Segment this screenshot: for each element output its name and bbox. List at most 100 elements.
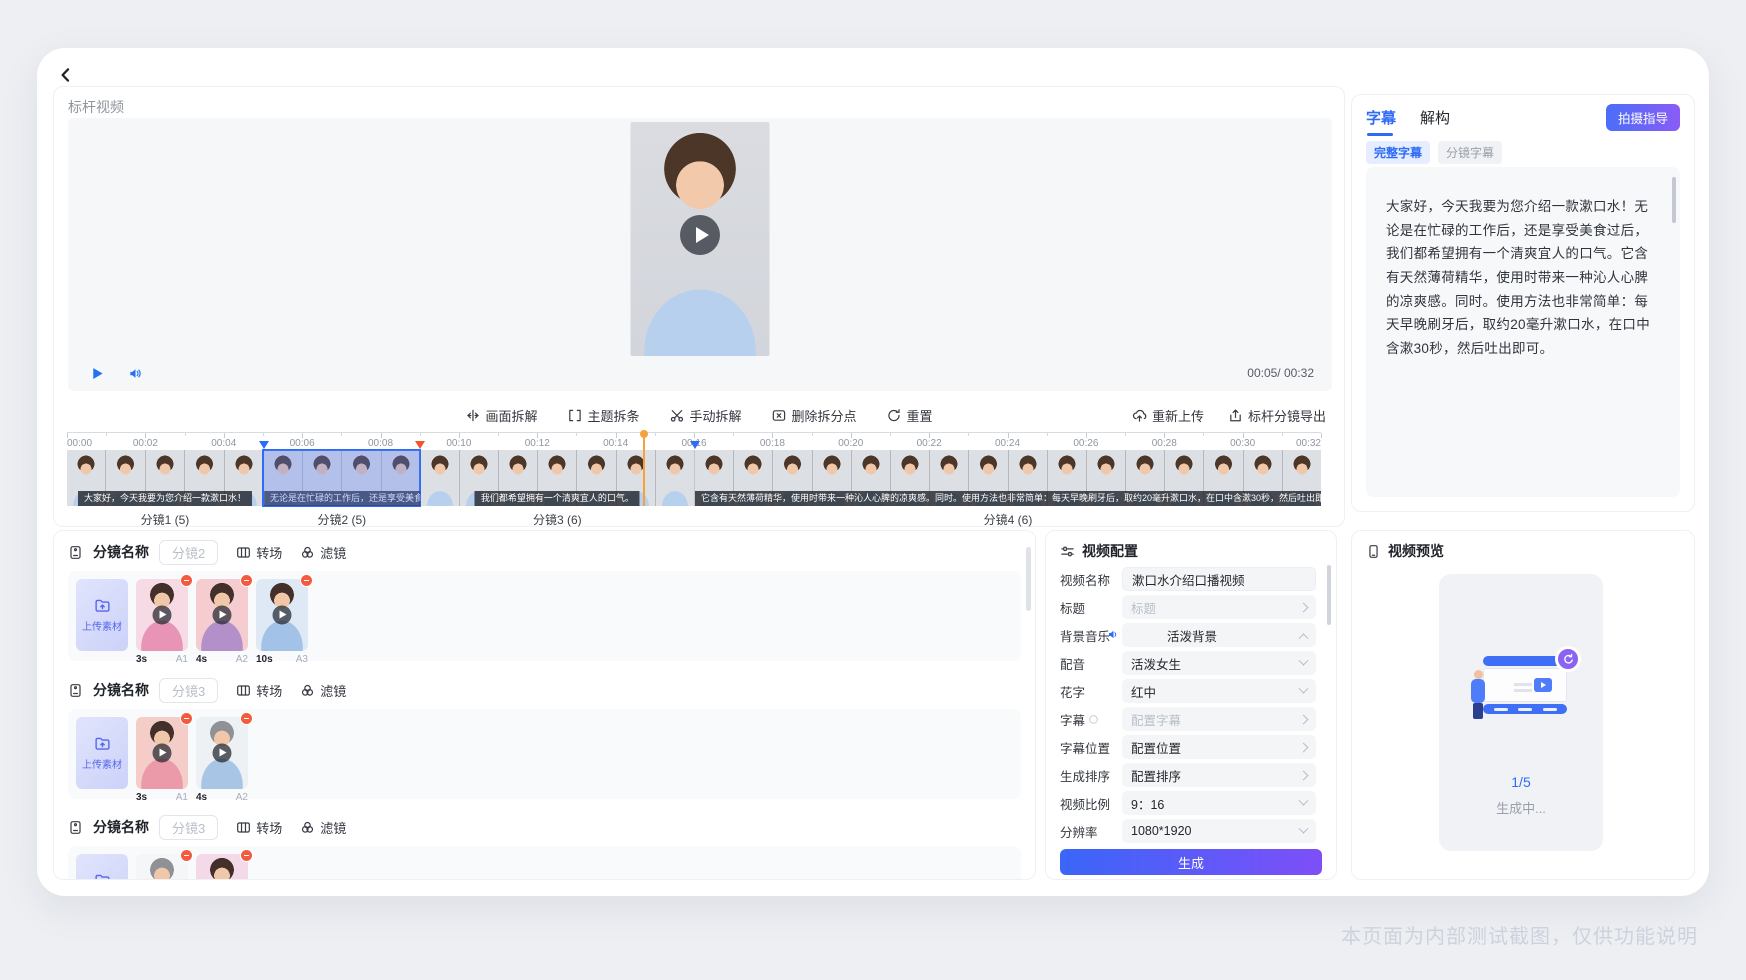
resolution-select[interactable]: 1080*1920: [1122, 819, 1316, 843]
config-row-generate-order: 生成排序 配置排序: [1060, 763, 1316, 787]
clip-thumbnail[interactable]: [136, 854, 188, 880]
clip-thumbnail[interactable]: 10sA3: [256, 579, 308, 665]
voice-select[interactable]: 活泼女生: [1122, 651, 1316, 675]
transition-icon: [236, 545, 251, 560]
config-scrollbar[interactable]: [1327, 565, 1331, 625]
config-row-voice: 配音 活泼女生: [1060, 651, 1316, 675]
timeline-segment-3[interactable]: 我们都希望拥有一个清爽宜人的口气。 分镜3 (6): [420, 450, 694, 506]
delete-splitpoint-button[interactable]: 删除拆分点: [772, 406, 857, 425]
field-label: 花字: [1060, 682, 1122, 701]
clip-thumbnail[interactable]: 4sA2: [196, 579, 248, 665]
remove-clip-button[interactable]: [300, 574, 313, 587]
config-row-bgm: 背景音乐 活泼背景: [1060, 623, 1316, 647]
timeline-frame-thumbnail[interactable]: [421, 450, 459, 506]
storyboard-name-label: 分镜名称: [93, 680, 149, 700]
upload-material-button[interactable]: 上传素材: [76, 717, 128, 789]
ruler-tick-label: 00:32: [1296, 438, 1321, 449]
preview-card: 1/5 生成中...: [1439, 574, 1603, 851]
timeline-segment-4[interactable]: 它含有天然薄荷精华，使用时带来一种沁人心脾的凉爽感。同时。使用方法也非常简单：每…: [694, 450, 1321, 506]
timeline-frame-thumbnail[interactable]: [381, 450, 420, 506]
bgm-select[interactable]: 活泼背景: [1122, 623, 1316, 647]
filter-button[interactable]: 滤镜: [300, 543, 346, 562]
timeline-frame-thumbnail[interactable]: [341, 450, 380, 506]
generating-illustration: [1469, 656, 1573, 730]
folder-upload-icon: [94, 735, 111, 752]
export-storyboard-button[interactable]: 标杆分镜导出: [1228, 406, 1326, 425]
play-icon[interactable]: [213, 744, 232, 763]
filter-button[interactable]: 滤镜: [300, 818, 346, 837]
chip-storyboard-subtitles[interactable]: 分镜字幕: [1438, 141, 1502, 164]
storyboard-name-input[interactable]: 分镜3: [159, 815, 218, 840]
transition-button[interactable]: 转场: [236, 543, 282, 562]
split-marker-blue[interactable]: [690, 441, 700, 449]
storyboard-name-input[interactable]: 分镜2: [159, 540, 218, 565]
video-name-input[interactable]: 漱口水介绍口播视频: [1122, 567, 1316, 591]
clip-thumbnail[interactable]: 4sA2: [196, 717, 248, 803]
timeline-frame-thumbnail[interactable]: [655, 450, 694, 506]
tab-subtitles[interactable]: 字幕: [1366, 107, 1396, 136]
filter-button[interactable]: 滤镜: [300, 681, 346, 700]
chip-full-subtitles[interactable]: 完整字幕: [1366, 141, 1430, 164]
timeline-frame-thumbnail[interactable]: [264, 450, 302, 506]
play-overlay-button[interactable]: [680, 215, 720, 255]
toolbar-label: 手动拆解: [689, 406, 741, 425]
config-row-fancy-text: 花字 红中: [1060, 679, 1316, 703]
reupload-button[interactable]: 重新上传: [1132, 406, 1204, 425]
segment-thumbnails: [264, 450, 420, 506]
timeline-frame-thumbnail[interactable]: [302, 450, 341, 506]
frame-split-button[interactable]: 画面拆解: [465, 406, 537, 425]
tab-deconstruction[interactable]: 解构: [1420, 107, 1450, 136]
play-icon[interactable]: [273, 606, 292, 625]
playhead-handle[interactable]: [640, 430, 648, 438]
clip-thumbnail[interactable]: 3sA1: [136, 579, 188, 665]
play-icon[interactable]: [153, 744, 172, 763]
subtitle-panel: 字幕 解构 拍摄指导 完整字幕 分镜字幕 大家好，今天我要为您介绍一款漱口水！无…: [1351, 94, 1695, 512]
shooting-guide-button[interactable]: 拍摄指导: [1606, 104, 1680, 131]
export-icon: [1228, 408, 1243, 423]
generate-order-field[interactable]: 配置排序: [1122, 763, 1316, 787]
watermark-text: 本页面为内部测试截图，仅供功能说明: [1341, 920, 1698, 949]
fancy-text-select[interactable]: 红中: [1122, 679, 1316, 703]
subtitle-text-box[interactable]: 大家好，今天我要为您介绍一款漱口水！无论是在忙碌的工作后，还是享受美食过后，我们…: [1366, 167, 1680, 497]
volume-button[interactable]: [124, 362, 146, 384]
ruler-tick: [185, 433, 186, 436]
storyboard-scrollbar[interactable]: [1026, 547, 1031, 611]
playhead[interactable]: [643, 432, 645, 506]
filter-label: 滤镜: [320, 681, 346, 700]
split-marker-red[interactable]: [415, 441, 425, 449]
timeline-segment-1[interactable]: 大家好，今天我要为您介绍一款漱口水！ 分镜1 (5): [67, 450, 263, 506]
upload-material-button[interactable]: 上传素材: [76, 854, 128, 880]
subtitle-position-field[interactable]: 配置位置: [1122, 735, 1316, 759]
storyboard-name-input[interactable]: 分镜3: [159, 678, 218, 703]
upload-material-button[interactable]: 上传素材: [76, 579, 128, 651]
manual-split-button[interactable]: 手动拆解: [669, 406, 741, 425]
remove-clip-button[interactable]: [240, 849, 253, 862]
aspect-ratio-select[interactable]: 9：16: [1122, 791, 1316, 815]
topic-split-button[interactable]: 主题拆条: [567, 406, 639, 425]
play-button[interactable]: [86, 362, 108, 384]
timeline-segment-2-selected[interactable]: 无论是在忙碌的工作后，还是享受美食过后， 分镜2 (5): [263, 450, 420, 506]
back-button[interactable]: [53, 62, 79, 88]
clip-thumbnail[interactable]: 3sA1: [136, 717, 188, 803]
play-icon[interactable]: [213, 606, 232, 625]
ruler-tick-label: 00:08: [368, 438, 393, 449]
transition-button[interactable]: 转场: [236, 681, 282, 700]
remove-clip-button[interactable]: [240, 712, 253, 725]
play-icon[interactable]: [153, 606, 172, 625]
player-controls: 00:05/ 00:32: [68, 355, 1332, 391]
clip-tag: A3: [296, 654, 308, 665]
subtitle-tabs: 字幕 解构: [1366, 107, 1450, 136]
subtitle-scrollbar[interactable]: [1672, 177, 1676, 223]
generate-button[interactable]: 生成: [1060, 849, 1322, 875]
remove-clip-button[interactable]: [180, 574, 193, 587]
remove-clip-button[interactable]: [240, 574, 253, 587]
subtitle-config-field[interactable]: 配置字幕: [1122, 707, 1316, 731]
ruler-tick-label: 00:00: [67, 438, 92, 449]
reset-button[interactable]: 重置: [887, 406, 933, 425]
remove-clip-button[interactable]: [180, 849, 193, 862]
transition-button[interactable]: 转场: [236, 818, 282, 837]
clip-thumbnail[interactable]: [196, 854, 248, 880]
split-marker-blue[interactable]: [259, 441, 269, 449]
title-field[interactable]: 标题: [1122, 595, 1316, 619]
remove-clip-button[interactable]: [180, 712, 193, 725]
